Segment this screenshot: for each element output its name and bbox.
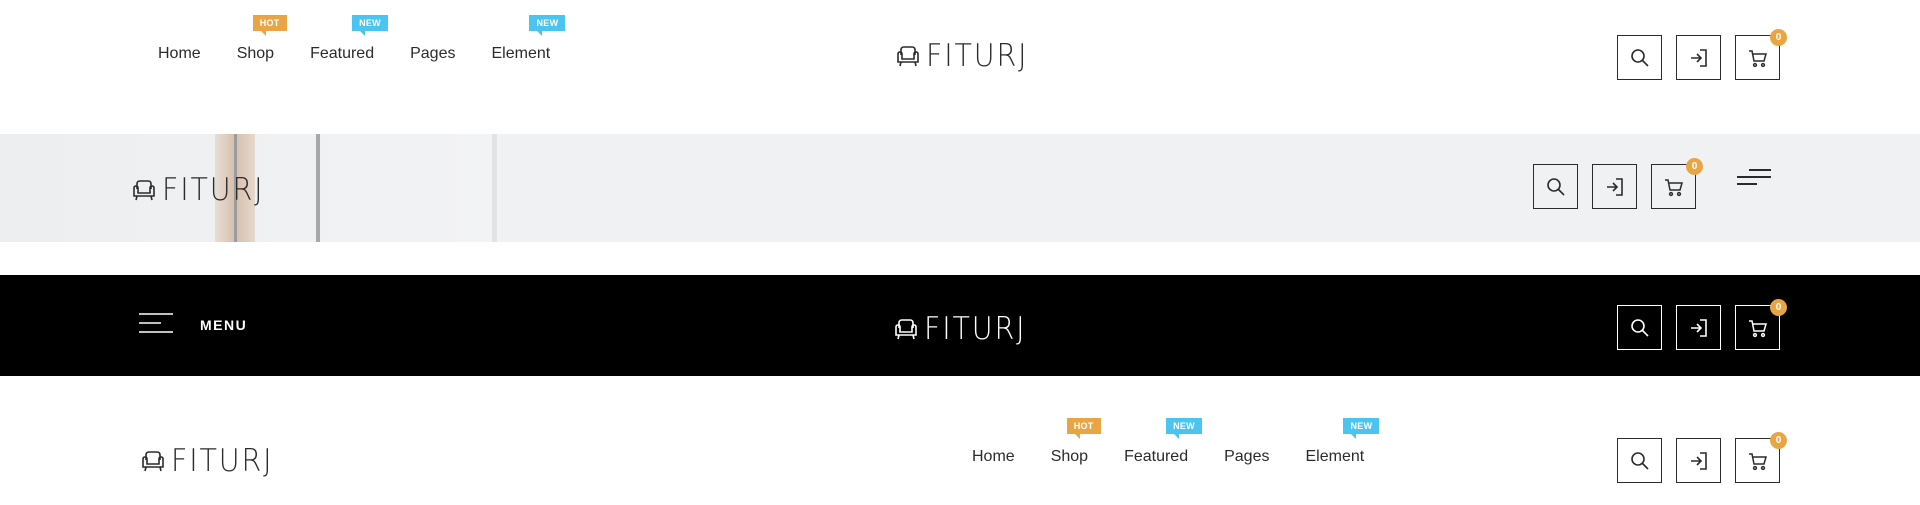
hamburger-icon [139, 313, 173, 333]
cart-button[interactable]: 0 [1651, 158, 1703, 209]
nav-item-pages[interactable]: Pages [1224, 448, 1269, 466]
nav-item-label: Shop [1050, 448, 1089, 465]
main-nav: Home HOT Shop NEW Featured Pages NEW Ele… [972, 418, 1380, 466]
nav-item-label: Element [1305, 448, 1365, 465]
nav-item-element[interactable]: NEW Element [491, 15, 566, 63]
new-badge: NEW [1343, 418, 1380, 439]
header-style-4: FITURJ Home HOT Shop NEW Featured Pages … [0, 408, 1920, 505]
nav-item-label: Featured [310, 45, 375, 62]
sign-in-icon [1690, 318, 1707, 337]
cart-icon [1664, 178, 1683, 196]
armchair-icon [897, 46, 919, 67]
search-icon [1546, 177, 1565, 196]
nav-item-home[interactable]: Home [158, 45, 201, 63]
cart-button[interactable]: 0 [1735, 299, 1787, 350]
armchair-icon [142, 451, 164, 472]
cart-count-badge: 0 [1770, 29, 1787, 46]
nav-item-label: Pages [1224, 448, 1270, 465]
search-icon [1630, 318, 1649, 337]
nav-item-label: Featured [1124, 448, 1189, 465]
cart-count-badge: 0 [1770, 432, 1787, 449]
cart-icon [1748, 319, 1767, 337]
new-badge: NEW [1166, 418, 1202, 439]
armchair-icon [133, 180, 155, 201]
cart-icon [1748, 452, 1767, 470]
search-button[interactable] [1533, 164, 1578, 209]
login-button[interactable] [1676, 438, 1721, 483]
sign-in-icon [1690, 48, 1707, 67]
nav-item-featured[interactable]: NEW Featured [310, 15, 388, 63]
search-icon [1630, 48, 1649, 67]
logo-text: FITURJ [162, 172, 265, 208]
site-logo[interactable]: FITURJ [139, 443, 282, 479]
nav-item-label: Pages [410, 45, 456, 62]
cart-button[interactable]: 0 [1735, 432, 1787, 483]
menu-toggle-button[interactable] [1735, 168, 1773, 186]
nav-item-label: Home [972, 448, 1015, 465]
login-button[interactable] [1676, 305, 1721, 350]
login-button[interactable] [1676, 35, 1721, 80]
main-nav: Home HOT Shop NEW Featured Pages NEW Ele… [158, 15, 566, 63]
menu-toggle-button[interactable] [139, 313, 175, 333]
nav-item-home[interactable]: Home [972, 448, 1015, 466]
cart-icon [1748, 49, 1767, 67]
hot-badge: HOT [1066, 418, 1101, 439]
armchair-icon [895, 319, 917, 340]
nav-item-featured[interactable]: NEW Featured [1124, 418, 1202, 466]
header-style-3-dark: MENU FITURJ 0 [0, 275, 1920, 376]
cart-count-badge: 0 [1770, 299, 1787, 316]
logo-text: FITURJ [171, 443, 274, 479]
nav-item-shop[interactable]: HOT Shop [236, 15, 287, 63]
hot-badge: HOT [252, 15, 287, 36]
nav-item-label: Home [158, 45, 201, 62]
sign-in-icon [1606, 177, 1623, 196]
login-button[interactable] [1592, 164, 1637, 209]
logo-text: FITURJ [926, 38, 1029, 74]
short-hamburger-icon [1737, 169, 1771, 185]
site-logo[interactable]: FITURJ [894, 38, 1037, 74]
nav-item-label: Element [491, 45, 551, 62]
nav-item-label: Shop [236, 45, 275, 62]
site-logo[interactable]: FITURJ [130, 172, 273, 208]
nav-item-pages[interactable]: Pages [410, 45, 455, 63]
nav-item-element[interactable]: NEW Element [1305, 418, 1380, 466]
nav-item-shop[interactable]: HOT Shop [1050, 418, 1101, 466]
search-button[interactable] [1617, 438, 1662, 483]
logo-text: FITURJ [924, 311, 1027, 347]
site-logo[interactable]: FITURJ [892, 311, 1035, 347]
header-style-1: Home HOT Shop NEW Featured Pages NEW Ele… [0, 0, 1920, 134]
search-icon [1630, 451, 1649, 470]
search-button[interactable] [1617, 305, 1662, 350]
cart-button[interactable]: 0 [1735, 29, 1787, 80]
header-style-2: FITURJ 0 [0, 134, 1920, 242]
new-badge: NEW [529, 15, 566, 36]
cart-count-badge: 0 [1686, 158, 1703, 175]
menu-label[interactable]: MENU [200, 317, 247, 333]
search-button[interactable] [1617, 35, 1662, 80]
sign-in-icon [1690, 451, 1707, 470]
new-badge: NEW [352, 15, 388, 36]
